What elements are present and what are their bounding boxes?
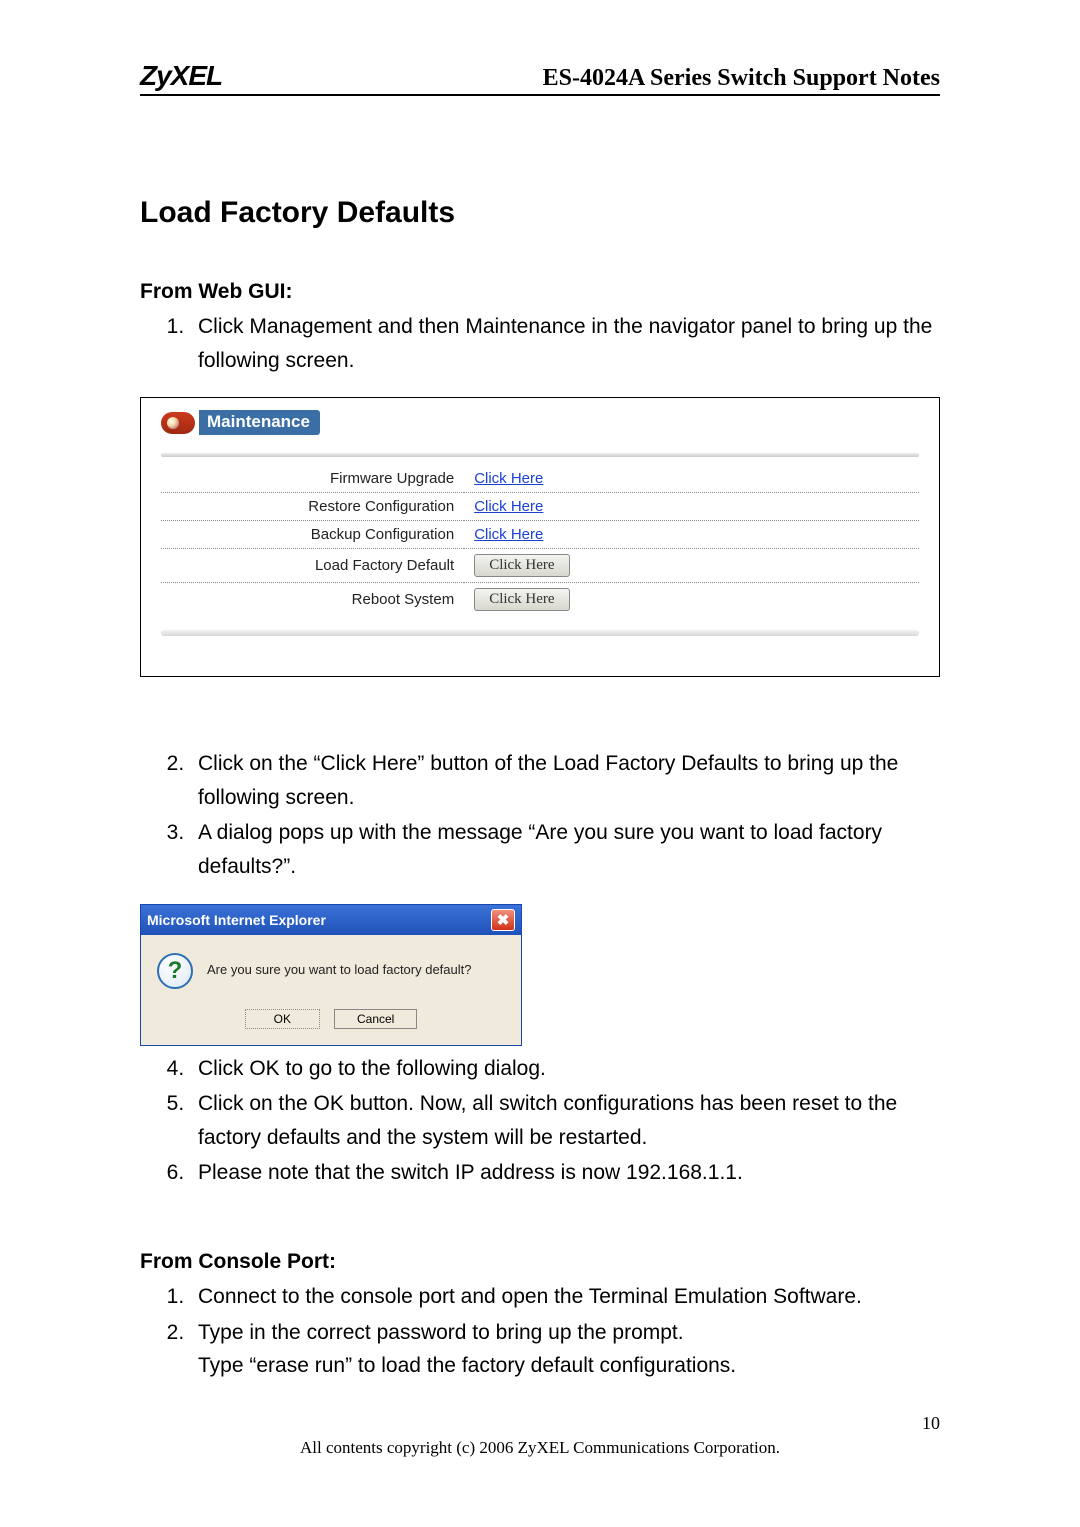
reboot-system-button[interactable]: Click Here — [474, 588, 569, 611]
maintenance-table: Firmware Upgrade Click Here Restore Conf… — [161, 465, 919, 616]
table-row: Backup Configuration Click Here — [161, 521, 919, 549]
table-row: Restore Configuration Click Here — [161, 493, 919, 521]
step-text: A dialog pops up with the message “Are y… — [190, 816, 940, 883]
row-label: Reboot System — [161, 583, 464, 617]
section-title: Load Factory Defaults — [140, 196, 940, 230]
step-text: Please note that the switch IP address i… — [190, 1156, 940, 1190]
table-row: Firmware Upgrade Click Here — [161, 465, 919, 493]
row-label: Load Factory Default — [161, 549, 464, 583]
ok-button[interactable]: OK — [245, 1009, 320, 1029]
dialog-titlebar: Microsoft Internet Explorer ✖ — [141, 905, 521, 935]
step-text-line: Type in the correct password to bring up… — [198, 1321, 684, 1344]
table-row: Load Factory Default Click Here — [161, 549, 919, 583]
console-heading: From Console Port: — [140, 1250, 940, 1274]
maintenance-banner: Maintenance — [161, 410, 919, 435]
question-icon: ? — [157, 953, 191, 987]
copyright: All contents copyright (c) 2006 ZyXEL Co… — [140, 1438, 940, 1458]
confirm-dialog: Microsoft Internet Explorer ✖ ? Are you … — [140, 904, 522, 1046]
web-gui-steps-1: Click Management and then Maintenance in… — [140, 310, 940, 377]
console-steps: Connect to the console port and open the… — [140, 1280, 940, 1383]
divider — [161, 630, 919, 636]
step-text: Click Management and then Maintenance in… — [190, 310, 940, 377]
web-gui-steps-2: Click on the “Click Here” button of the … — [140, 747, 940, 883]
page-number: 10 — [140, 1413, 940, 1434]
table-row: Reboot System Click Here — [161, 583, 919, 617]
step-text: Click on the OK button. Now, all switch … — [190, 1087, 940, 1154]
row-label: Backup Configuration — [161, 521, 464, 549]
close-button[interactable]: ✖ — [491, 909, 515, 931]
step-text: Click OK to go to the following dialog. — [190, 1052, 940, 1086]
dialog-message: Are you sure you want to load factory de… — [207, 962, 472, 977]
backup-config-link[interactable]: Click Here — [474, 526, 543, 543]
step-text: Type in the correct password to bring up… — [190, 1316, 940, 1383]
step-text: Connect to the console port and open the… — [190, 1280, 940, 1314]
maintenance-icon — [161, 412, 195, 434]
firmware-upgrade-link[interactable]: Click Here — [474, 470, 543, 487]
dialog-title: Microsoft Internet Explorer — [147, 912, 326, 928]
row-label: Restore Configuration — [161, 493, 464, 521]
row-label: Firmware Upgrade — [161, 465, 464, 493]
maintenance-banner-label: Maintenance — [199, 410, 320, 435]
page-header: ZyXEL ES-4024A Series Switch Support Not… — [140, 60, 940, 96]
cancel-button[interactable]: Cancel — [334, 1009, 417, 1029]
load-factory-default-button[interactable]: Click Here — [474, 554, 569, 577]
step-text-line: Type “erase run” to load the factory def… — [198, 1354, 736, 1377]
maintenance-screenshot: Maintenance Firmware Upgrade Click Here … — [140, 397, 940, 677]
header-title: ES-4024A Series Switch Support Notes — [543, 65, 940, 92]
restore-config-link[interactable]: Click Here — [474, 498, 543, 515]
logo: ZyXEL — [140, 60, 222, 92]
divider — [161, 453, 919, 457]
web-gui-heading: From Web GUI: — [140, 280, 940, 304]
step-text: Click on the “Click Here” button of the … — [190, 747, 940, 814]
web-gui-steps-3: Click OK to go to the following dialog. … — [140, 1052, 940, 1190]
